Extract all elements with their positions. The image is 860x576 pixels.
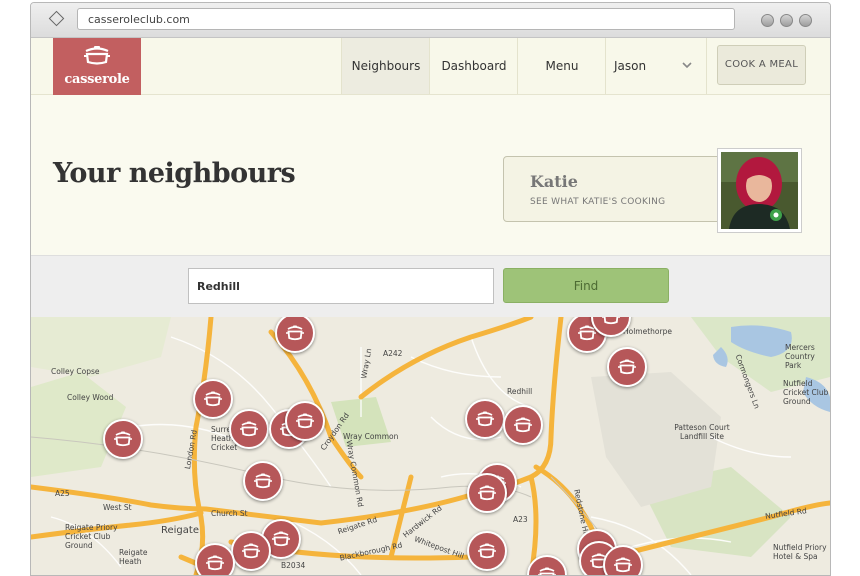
browser-toolbar: casseroleclub.com [31, 3, 830, 38]
casserole-pot-icon [240, 421, 258, 437]
cook-map-pin[interactable] [467, 473, 507, 513]
casserole-pot-icon [478, 485, 496, 501]
search-bar: Find [31, 255, 830, 318]
map-label: B2034 [281, 561, 306, 570]
map-label: A23 [513, 515, 528, 524]
location-search-input[interactable] [188, 268, 494, 304]
map-label: Colley Wood [67, 393, 114, 402]
map-label: Church St [211, 509, 248, 518]
casserole-pot-icon [478, 543, 496, 559]
casserole-pot-icon [602, 317, 620, 325]
map-label: Reigate Heath [119, 548, 148, 566]
cook-map-pin[interactable] [103, 419, 143, 459]
cook-map-pin[interactable] [607, 347, 647, 387]
hero-section: Your neighbours Katie SEE WHAT KATIE'S C… [31, 95, 830, 255]
casserole-pot-icon [242, 543, 260, 559]
casserole-pot-icon [204, 391, 222, 407]
casserole-pot-icon [286, 325, 304, 341]
map-label: Nutfield Cricket Club Ground [783, 379, 829, 406]
casserole-pot-icon [514, 417, 532, 433]
map-base [31, 317, 830, 575]
window-button-icon[interactable] [780, 14, 793, 27]
cook-map-pin[interactable] [285, 401, 325, 441]
cook-map-pin[interactable] [195, 543, 235, 575]
map-label: Redhill [507, 387, 533, 396]
window-button-icon[interactable] [799, 14, 812, 27]
featured-cook-link[interactable]: SEE WHAT KATIE'S COOKING [530, 197, 665, 207]
map-label: A25 [55, 489, 70, 498]
window-button-icon[interactable] [761, 14, 774, 27]
find-button[interactable]: Find [503, 268, 669, 303]
casserole-pot-icon [618, 359, 636, 375]
nav-menu[interactable]: Menu [517, 38, 606, 94]
page-title: Your neighbours [53, 158, 296, 189]
casserole-pot-icon [254, 473, 272, 489]
site-header: casserole Neighbours Dashboard Menu Jaso… [31, 38, 830, 97]
cook-map-pin[interactable] [503, 405, 543, 445]
cook-a-meal-button[interactable]: COOK A MEAL [717, 45, 806, 85]
map-label: Reigate [161, 525, 199, 536]
map-label: Reigate Priory Cricket Club Ground [65, 523, 118, 550]
casserole-pot-icon [84, 46, 110, 65]
chevron-down-icon [682, 62, 692, 69]
neighbours-map[interactable]: Holmethorpe Colley Copse Colley Wood Mer… [31, 317, 830, 575]
map-label: West St [103, 503, 132, 512]
avatar[interactable] [717, 148, 802, 233]
cook-map-pin[interactable] [465, 399, 505, 439]
logo-text: casserole [64, 72, 130, 87]
map-label: Mercers Country Park [785, 343, 815, 370]
map-label: Colley Copse [51, 367, 100, 376]
cook-map-pin[interactable] [193, 379, 233, 419]
diamond-icon [48, 10, 65, 27]
avatar-photo [721, 152, 798, 229]
nav-user-menu[interactable]: Jason [605, 38, 707, 94]
user-name: Jason [614, 59, 647, 73]
casserole-pot-icon [114, 431, 132, 447]
casserole-pot-icon [476, 411, 494, 427]
cook-map-pin[interactable] [467, 531, 507, 571]
map-label: Holmethorpe [623, 327, 672, 336]
casserole-pot-icon [614, 557, 632, 573]
cook-map-pin[interactable] [243, 461, 283, 501]
map-label: Patteson Court Landfill Site [674, 423, 730, 441]
featured-cook-card[interactable]: Katie SEE WHAT KATIE'S COOKING [503, 156, 731, 222]
casserole-pot-icon [272, 531, 290, 547]
address-bar[interactable]: casseroleclub.com [77, 8, 735, 30]
cook-map-pin[interactable] [231, 531, 271, 571]
browser-window: casseroleclub.com casserole Neighbours D… [30, 2, 831, 576]
nav-neighbours[interactable]: Neighbours [341, 38, 430, 94]
casserole-pot-icon [296, 413, 314, 429]
map-label: Nutfield Priory Hotel & Spa [773, 543, 827, 561]
nav-dashboard[interactable]: Dashboard [429, 38, 518, 94]
cook-map-pin[interactable] [229, 409, 269, 449]
featured-cook-name: Katie [530, 172, 578, 191]
map-label: A242 [383, 349, 403, 358]
casserole-logo[interactable]: casserole [53, 38, 141, 97]
casserole-pot-icon [206, 555, 224, 571]
casserole-pot-icon [538, 567, 556, 575]
